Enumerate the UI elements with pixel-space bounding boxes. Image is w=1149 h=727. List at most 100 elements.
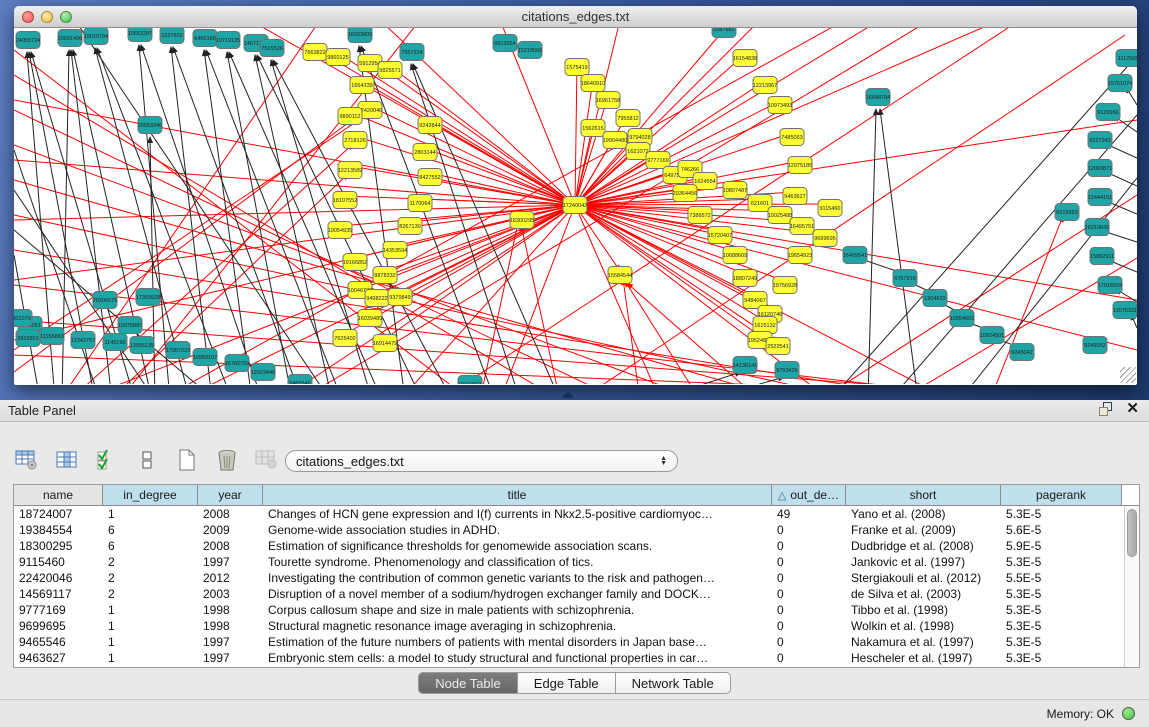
splitter-collapse-arrow[interactable] bbox=[562, 391, 574, 398]
column-header-name[interactable]: name bbox=[14, 485, 103, 505]
delete-rows-trash-icon[interactable] bbox=[214, 447, 240, 473]
new-table-icon[interactable] bbox=[174, 447, 200, 473]
graph-node[interactable]: 12342757 bbox=[71, 332, 95, 349]
graph-node[interactable]: 2522541 bbox=[766, 338, 790, 355]
graph-node[interactable]: 16648794 bbox=[866, 89, 890, 106]
graph-node[interactable]: 19054935 bbox=[328, 222, 352, 239]
tab-network-table[interactable]: Network Table bbox=[616, 672, 731, 694]
graph-node[interactable]: 14353594 bbox=[383, 242, 407, 259]
column-header-short[interactable]: short bbox=[846, 485, 1001, 505]
graph-node[interactable]: 1904633 bbox=[923, 290, 947, 307]
graph-node[interactable]: 24055724 bbox=[16, 32, 40, 49]
graph-node[interactable]: 16210643 bbox=[1085, 219, 1109, 236]
graph-node[interactable]: 16409541 bbox=[843, 247, 867, 264]
graph-node[interactable]: 16039489 bbox=[358, 310, 382, 327]
graph-node[interactable]: 15584544 bbox=[608, 267, 632, 284]
graph-node[interactable]: 9753426 bbox=[775, 362, 799, 379]
graph-node[interactable]: 9245052 bbox=[1083, 337, 1107, 354]
graph-node[interactable]: 9699695 bbox=[813, 230, 837, 247]
graph-node[interactable]: 14136141 bbox=[733, 357, 757, 374]
graph-node[interactable]: 15720407 bbox=[708, 227, 732, 244]
graph-node[interactable]: 10954002 bbox=[950, 310, 974, 327]
graph-node[interactable]: 12975185 bbox=[788, 157, 812, 174]
graph-node[interactable]: 8813054 bbox=[493, 35, 517, 52]
graph-node[interactable]: 1575419 bbox=[565, 59, 589, 76]
graph-node[interactable]: 17016504 bbox=[1098, 277, 1122, 294]
graph-node[interactable]: 9498222 bbox=[365, 290, 389, 307]
network-view-window[interactable]: citations_edges.txt 24055724 206914061901… bbox=[14, 6, 1137, 385]
tab-edge-table[interactable]: Edge Table bbox=[518, 672, 616, 694]
graph-node[interactable]: 9129966 bbox=[1096, 104, 1120, 121]
graph-node[interactable]: 9860125 bbox=[326, 49, 350, 66]
graph-node[interactable]: 2087682 bbox=[712, 28, 736, 38]
graph-node[interactable]: 10973493 bbox=[768, 97, 792, 114]
graph-node[interactable]: 18807249 bbox=[733, 270, 757, 287]
graph-node[interactable]: 1170064 bbox=[408, 195, 432, 212]
graph-node[interactable]: 10025488 bbox=[768, 207, 792, 224]
graph-node[interactable]: 12923448 bbox=[251, 364, 275, 381]
graph-node[interactable]: 20053346 bbox=[138, 117, 162, 134]
graph-node[interactable]: 12213967 bbox=[753, 77, 777, 94]
graph-node[interactable]: 15751074 bbox=[1108, 75, 1132, 92]
table-row[interactable]: 946362711997Embryonic stem cells: a mode… bbox=[14, 650, 1139, 666]
graph-node[interactable]: 19424601 bbox=[458, 376, 482, 385]
table-settings-icon[interactable] bbox=[14, 447, 40, 473]
zoom-window-button[interactable] bbox=[60, 11, 72, 23]
graph-node[interactable]: 19010794 bbox=[84, 28, 108, 45]
graph-node[interactable]: 10719135 bbox=[216, 32, 240, 49]
graph-node[interactable]: 10975887 bbox=[118, 317, 142, 334]
graph-node[interactable]: 16958107 bbox=[193, 349, 217, 366]
graph-node[interactable]: 1145190 bbox=[103, 334, 127, 351]
graph-node[interactable]: 1615132 bbox=[753, 317, 777, 334]
graph-node[interactable]: 20364456 bbox=[673, 185, 697, 202]
float-panel-icon[interactable] bbox=[1099, 402, 1114, 416]
graph-node[interactable]: 1654339 bbox=[350, 77, 374, 94]
table-row[interactable]: 1456911722003Disruption of a novel membe… bbox=[14, 586, 1139, 602]
tab-node-table[interactable]: Node Table bbox=[418, 672, 518, 694]
table-row[interactable]: 1872400712008Changes of HCN gene express… bbox=[14, 506, 1139, 522]
graph-node[interactable]: 9465546 bbox=[288, 375, 312, 385]
graph-node[interactable]: 7485063 bbox=[780, 129, 804, 146]
table-row[interactable]: 1830029562008Estimation of significance … bbox=[14, 538, 1139, 554]
close-window-button[interactable] bbox=[22, 11, 34, 23]
graph-node[interactable]: 7386572 bbox=[688, 207, 712, 224]
graph-node[interactable]: 3915901 bbox=[16, 330, 40, 347]
graph-node[interactable]: 1112588 bbox=[1116, 50, 1137, 67]
network-canvas[interactable]: 2405572420691406190107941065328715276026… bbox=[14, 28, 1137, 384]
graph-node[interactable]: 16154838 bbox=[733, 50, 757, 67]
graph-node[interactable]: 12444151 bbox=[1088, 189, 1112, 206]
graph-node[interactable]: 9245042 bbox=[1010, 344, 1034, 361]
graph-node[interactable]: 16495751 bbox=[790, 218, 814, 235]
graph-node[interactable]: 10688609 bbox=[723, 247, 747, 264]
graph-node[interactable]: 7625402 bbox=[333, 330, 357, 347]
table-row[interactable]: 1938455462009Genome-wide association stu… bbox=[14, 522, 1139, 538]
column-header-pagerank[interactable]: pagerank bbox=[1001, 485, 1122, 505]
graph-node[interactable]: 15892911 bbox=[1090, 248, 1114, 265]
graph-node[interactable]: 17359928 bbox=[136, 289, 160, 306]
graph-node[interactable]: 16914479 bbox=[373, 335, 397, 352]
graph-node[interactable]: 8215953 bbox=[1055, 204, 1079, 221]
graph-node[interactable]: 18300295 bbox=[510, 212, 534, 229]
window-titlebar[interactable]: citations_edges.txt bbox=[14, 6, 1137, 28]
table-row[interactable]: 969969511998Structural magnetic resonanc… bbox=[14, 618, 1139, 634]
graph-node[interactable]: 6767919 bbox=[893, 270, 917, 287]
minimize-window-button[interactable] bbox=[41, 11, 53, 23]
table-row[interactable]: 2242004622012Investigating the contribut… bbox=[14, 570, 1139, 586]
graph-node[interactable]: 6466160 bbox=[193, 30, 217, 47]
column-header-in_degree[interactable]: in_degree bbox=[103, 485, 198, 505]
graph-node[interactable]: 2803144 bbox=[413, 144, 437, 161]
column-header-year[interactable]: year bbox=[198, 485, 263, 505]
graph-node[interactable]: 16782759 bbox=[225, 355, 249, 372]
graph-node[interactable]: 12093871 bbox=[1088, 160, 1112, 177]
graph-node[interactable]: 2718126 bbox=[343, 132, 367, 149]
graph-node[interactable]: 20691406 bbox=[58, 30, 82, 47]
graph-node[interactable]: 8878332 bbox=[373, 267, 397, 284]
graph-node[interactable]: 9463627 bbox=[783, 188, 807, 205]
column-settings-icon[interactable] bbox=[54, 447, 80, 473]
table-row[interactable]: 946554611997Estimation of the future num… bbox=[14, 634, 1139, 650]
column-header-out_de[interactable]: △out_de… bbox=[772, 485, 846, 505]
graph-node[interactable]: 10807487 bbox=[723, 182, 747, 199]
graph-node[interactable]: 10924501 bbox=[980, 327, 1004, 344]
graph-node[interactable]: 9227343 bbox=[1088, 132, 1112, 149]
graph-node[interactable]: 7955812 bbox=[616, 110, 640, 127]
